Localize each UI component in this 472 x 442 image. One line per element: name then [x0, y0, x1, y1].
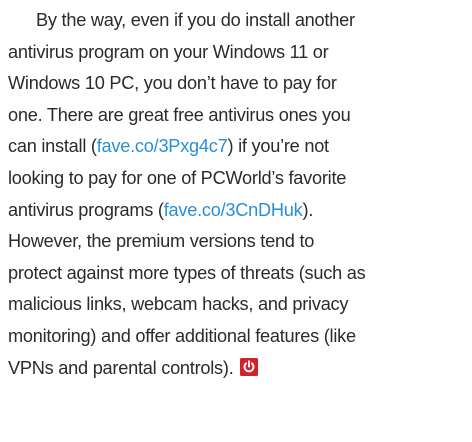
power-icon [239, 355, 258, 376]
text-fragment: antivirus programs ( [8, 199, 164, 220]
text-line: VPNs and parental controls). [8, 353, 468, 385]
text-line: looking to pay for one of PCWorld’s favo… [8, 167, 347, 188]
text-fragment: VPNs and parental controls). [8, 357, 234, 378]
text-fragment: ). [302, 199, 314, 220]
text-line: malicious links, webcam hacks, and priva… [8, 294, 349, 315]
text-line: antivirus programs (fave.co/3CnDHuk). [8, 195, 468, 227]
text-line: monitoring) and offer additional feature… [8, 325, 356, 346]
text-line-content: By the way, even if you do install anoth… [36, 10, 355, 30]
text-line: By the way, even if you do install anoth… [8, 5, 468, 37]
free-antivirus-link[interactable]: fave.co/3Pxg4c7 [97, 136, 228, 156]
text-line: one. There are great free antivirus ones… [8, 104, 351, 125]
text-line: protect against more types of threats (s… [8, 262, 366, 283]
text-line: can install (fave.co/3Pxg4c7) if you’re … [8, 131, 468, 163]
text-line: However, the premium versions tend to [8, 231, 315, 252]
text-line: Windows 10 PC, you don’t have to pay for [8, 73, 337, 94]
text-fragment: ) if you’re not [227, 136, 329, 157]
power-icon-svg [239, 357, 258, 376]
text-line: antivirus program on your Windows 11 or [8, 41, 329, 62]
text-fragment: can install ( [8, 136, 97, 157]
article-body: By the way, even if you do install anoth… [8, 0, 468, 384]
favorite-antivirus-link[interactable]: fave.co/3CnDHuk [164, 200, 303, 220]
